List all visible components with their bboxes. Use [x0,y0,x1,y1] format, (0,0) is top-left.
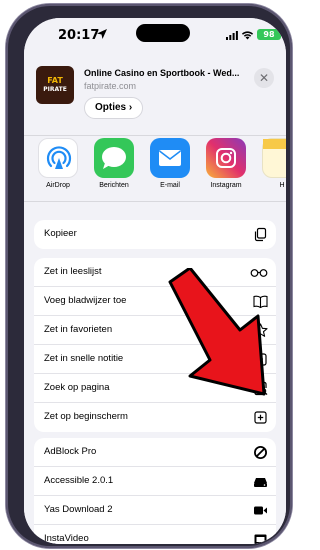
site-logo-text-bottom: PIRATE [43,86,67,93]
site-title: Online Casino en Sportbook - Wed... [84,68,240,78]
share-app-notes[interactable]: H [258,138,286,189]
phone-screen: 20:17 98 FAT PIRATE Online Casino en Spo… [24,18,286,544]
action-label: Zoek op pagina [44,382,110,393]
messages-icon [94,138,134,178]
action-adblock-pro[interactable]: AdBlock Pro [34,438,276,467]
quick-note-icon [253,352,268,367]
action-copy[interactable]: Kopieer [34,220,276,249]
video-camera-icon [253,503,268,518]
book-icon [253,294,268,309]
block-icon [253,445,268,460]
share-app-mail[interactable]: E-mail [146,138,194,189]
action-add-to-home-screen[interactable]: Zet op beginscherm [34,403,276,432]
action-label: Yas Download 2 [44,504,113,515]
app-label: H [279,182,285,189]
site-logo-text-top: FAT [47,76,63,85]
action-add-to-reading-list[interactable]: Zet in leeslijst [34,258,276,287]
wifi-icon [241,31,254,40]
share-sheet-header: FAT PIRATE Online Casino en Sportbook - … [24,56,286,136]
action-instavideo[interactable]: InstaVideo [34,525,276,544]
mail-icon [150,138,190,178]
action-label: Zet op beginscherm [44,411,128,422]
action-yas-download[interactable]: Yas Download 2 [34,496,276,525]
battery-icon: 98 [257,29,281,40]
close-icon: ✕ [258,71,270,85]
add-to-home-icon [253,410,268,425]
dynamic-island [136,24,190,42]
action-label: Zet in leeslijst [44,266,102,277]
site-domain: fatpirate.com [84,81,137,91]
action-label: Kopieer [44,228,77,239]
star-icon [253,323,268,338]
app-label: E-mail [160,182,180,189]
action-add-bookmark[interactable]: Voeg bladwijzer toe [34,287,276,316]
options-label: Opties [95,102,127,113]
share-app-instagram[interactable]: Instagram [202,138,250,189]
action-label: Accessible 2.0.1 [44,475,114,486]
status-bar: 20:17 98 [24,18,286,54]
share-app-messages[interactable]: Berichten [90,138,138,189]
chevron-right-icon: › [128,102,133,113]
cellular-signal-icon [226,31,238,40]
action-label: AdBlock Pro [44,446,97,457]
copy-icon [253,227,268,242]
close-button[interactable]: ✕ [254,68,274,88]
action-group-browser: Zet in leeslijst Voeg bladwijzer toe Zet… [34,258,276,432]
status-time: 20:17 [58,28,100,43]
action-label: Voeg bladwijzer toe [44,295,127,306]
action-accessible[interactable]: Accessible 2.0.1 [34,467,276,496]
action-add-to-quick-note[interactable]: Zet in snelle notitie [34,345,276,374]
film-icon [253,532,268,544]
share-app-airdrop[interactable]: AirDrop [34,138,82,189]
share-sheet: FAT PIRATE Online Casino en Sportbook - … [24,56,286,544]
share-apps-row: AirDrop Berichten E-mail Instagram H [24,138,286,202]
app-label: Instagram [210,182,242,189]
action-label: Zet in snelle notitie [44,353,124,364]
action-group-copy: Kopieer [34,220,276,249]
action-label: Zet in favorieten [44,324,113,335]
options-button[interactable]: Opties › [84,97,144,119]
drive-icon [253,474,268,489]
action-add-to-favorites[interactable]: Zet in favorieten [34,316,276,345]
action-label: InstaVideo [44,533,89,544]
location-arrow-icon [97,29,107,39]
app-label: AirDrop [46,182,70,189]
instagram-icon [206,138,246,178]
site-thumbnail: FAT PIRATE [36,66,74,104]
find-on-page-icon [253,381,268,396]
phone-frame: 20:17 98 FAT PIRATE Online Casino en Spo… [6,4,292,548]
action-find-on-page[interactable]: Zoek op pagina [34,374,276,403]
app-label: Berichten [99,182,129,189]
glasses-icon [250,265,268,280]
notes-icon [262,138,286,178]
airdrop-icon [38,138,78,178]
action-group-extensions: AdBlock Pro Accessible 2.0.1 Yas Downloa… [34,438,276,544]
